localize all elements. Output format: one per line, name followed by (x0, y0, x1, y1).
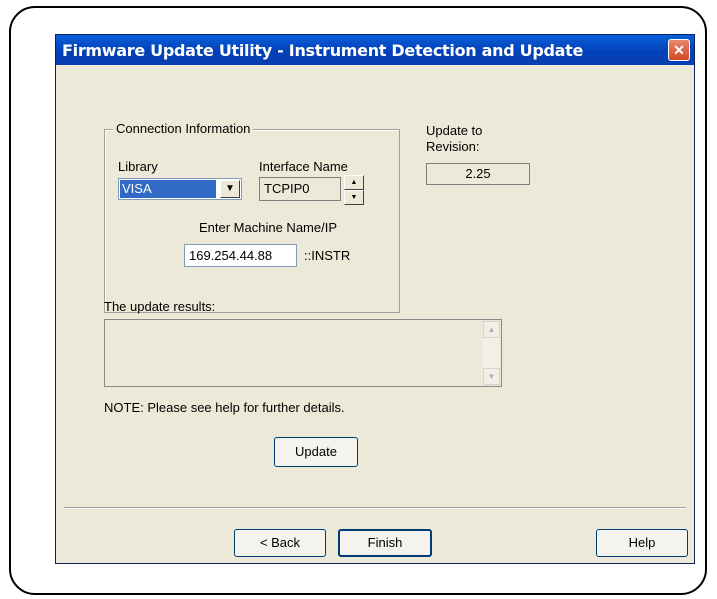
connection-info-label: Connection Information (113, 121, 254, 136)
update-to-label: Update to (426, 123, 483, 138)
library-select[interactable]: VISA ▼ (118, 178, 242, 200)
results-scrollbar[interactable]: ▲ ▼ (483, 321, 500, 385)
machine-name-label: Enter Machine Name/IP (199, 220, 338, 235)
update-results-textarea[interactable]: ▲ ▼ (104, 319, 502, 387)
interface-spinner[interactable]: ▲ ▼ (344, 175, 364, 205)
note-text: NOTE: Please see help for further detail… (104, 400, 345, 415)
back-button[interactable]: < Back (234, 529, 326, 557)
window-title: Firmware Update Utility - Instrument Det… (62, 41, 584, 60)
machine-ip-input[interactable]: 169.254.44.88 (184, 244, 297, 267)
firmware-update-dialog: Firmware Update Utility - Instrument Det… (55, 34, 695, 564)
separator (64, 507, 686, 509)
update-button[interactable]: Update (274, 437, 358, 467)
help-button[interactable]: Help (596, 529, 688, 557)
title-bar: Firmware Update Utility - Instrument Det… (56, 35, 694, 65)
chevron-down-icon[interactable]: ▼ (220, 180, 240, 198)
scroll-down-icon[interactable]: ▼ (483, 368, 500, 385)
interface-name-label: Interface Name (259, 159, 348, 174)
arrow-down-icon[interactable]: ▼ (344, 190, 364, 205)
scroll-up-icon[interactable]: ▲ (483, 321, 500, 338)
finish-button[interactable]: Finish (338, 529, 432, 557)
close-icon[interactable]: ✕ (668, 39, 690, 61)
library-label: Library (118, 159, 158, 174)
update-results-label: The update results: (104, 299, 216, 314)
interface-name-field[interactable]: TCPIP0 (259, 177, 341, 201)
revision-label: Revision: (426, 139, 480, 154)
instr-suffix: ::INSTR (304, 248, 351, 263)
revision-value-field: 2.25 (426, 163, 530, 185)
library-selected-value: VISA (120, 180, 216, 198)
arrow-up-icon[interactable]: ▲ (344, 175, 364, 190)
